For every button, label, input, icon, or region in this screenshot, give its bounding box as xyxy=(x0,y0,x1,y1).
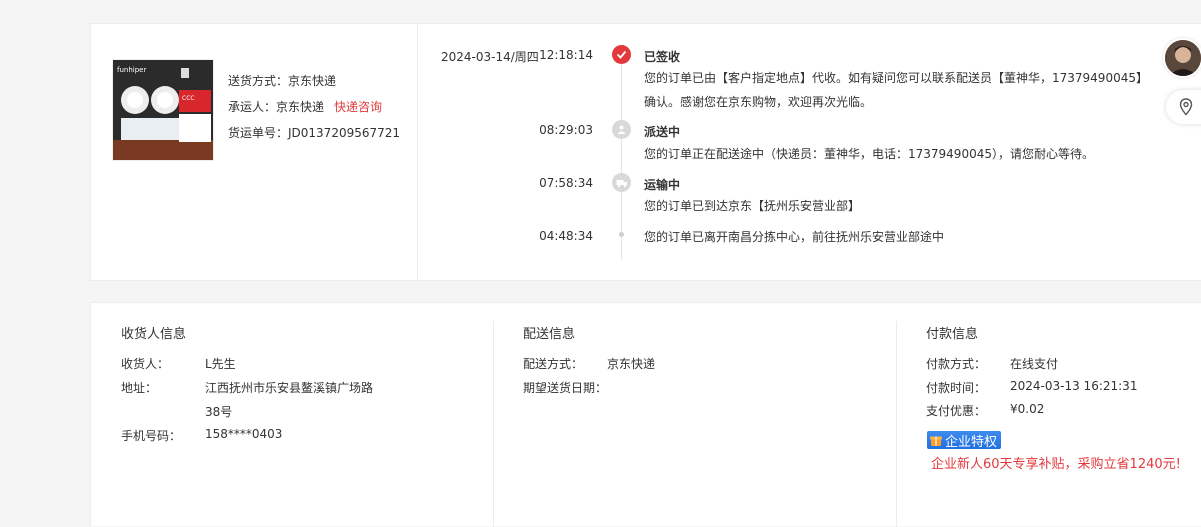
event-description: 您的订单正在配送途中（快递员：董神华，电话：17379490045），请您耐心等… xyxy=(644,147,1094,161)
payment-time: 2024-03-13 16:21:31 xyxy=(1010,379,1138,393)
location-button[interactable] xyxy=(1166,90,1201,124)
truck-icon xyxy=(612,173,631,192)
section-title: 付款信息 xyxy=(926,327,979,342)
section-title: 收货人信息 xyxy=(121,327,187,342)
consignee-name-label: 收货人： xyxy=(121,357,170,371)
dot-icon xyxy=(619,232,624,237)
event-status: 已签收 xyxy=(644,50,681,64)
phone-label: 手机号码： xyxy=(121,429,182,443)
event-description: 您的订单已到达京东【抚州乐安营业部】 xyxy=(644,199,861,213)
courier-icon xyxy=(612,120,631,139)
shipment-meta: 送货方式：京东快递 承运人：京东快递 快递咨询 货运单号：JD0137209567… xyxy=(228,68,400,146)
payment-discount-label: 支付优惠： xyxy=(926,404,987,418)
event-status: 运输中 xyxy=(644,178,681,192)
tracking-number: 货运单号：JD0137209567721 xyxy=(228,126,401,140)
divider xyxy=(896,321,897,527)
payment-method: 在线支付 xyxy=(1010,357,1059,371)
product-thumbnail[interactable]: funhiper CCC xyxy=(112,59,214,161)
phone-number: 158****0403 xyxy=(205,427,283,441)
carrier-row: 承运人：京东快递 快递咨询 xyxy=(228,94,400,120)
avatar-icon xyxy=(1165,40,1201,76)
event-time: 08:29:03 xyxy=(539,123,593,137)
event-description: 您的订单已离开南昌分拣中心，前往抚州乐安营业部途中 xyxy=(644,230,945,244)
event-time: 04:48:34 xyxy=(539,229,593,243)
avatar[interactable] xyxy=(1163,38,1201,78)
divider xyxy=(493,321,494,527)
payment-time-label: 付款时间： xyxy=(926,381,987,395)
gift-icon xyxy=(930,436,942,446)
enterprise-badge[interactable]: 企业特权 xyxy=(927,431,1002,450)
tracking-date: 2024-03-14/周四 xyxy=(441,50,539,64)
address-label: 地址： xyxy=(121,381,158,395)
section-title: 配送信息 xyxy=(523,327,576,342)
check-icon xyxy=(612,45,631,64)
delivery-method-label: 配送方式： xyxy=(523,357,584,371)
product-image-icon: funhiper CCC xyxy=(113,60,213,160)
location-pin-icon xyxy=(1179,98,1193,116)
svg-text:funhiper: funhiper xyxy=(117,66,146,74)
delivery-method: 京东快递 xyxy=(607,357,656,371)
ship-method: 送货方式：京东快递 xyxy=(228,74,337,88)
shipment-card: funhiper CCC 送货方式：京东快递 承运人：京东快递 快递咨询 货运单号… xyxy=(90,23,1201,281)
address-line1: 江西抚州市乐安县鳌溪镇广场路 xyxy=(205,381,374,395)
consignee-name: L先生 xyxy=(205,357,236,371)
divider xyxy=(417,24,418,280)
timeline-line xyxy=(621,64,622,260)
carrier-consult-link[interactable]: 快递咨询 xyxy=(334,100,382,114)
svg-text:CCC: CCC xyxy=(182,95,195,102)
payment-discount: ¥0.02 xyxy=(1010,402,1045,416)
promo-text[interactable]: 企业新人60天专享补贴，采购立省1240元! xyxy=(931,453,1181,472)
payment-method-label: 付款方式： xyxy=(926,357,987,371)
event-time: 07:58:34 xyxy=(539,176,593,190)
delivery-date-label: 期望送货日期： xyxy=(523,381,608,395)
carrier: 承运人：京东快递 xyxy=(228,100,325,114)
event-status: 派送中 xyxy=(644,125,681,139)
address-line2: 38号 xyxy=(205,405,233,419)
event-time: 12:18:14 xyxy=(539,48,593,62)
event-description: 您的订单已由【客户指定地点】代收。如有疑问您可以联系配送员【董神华，173794… xyxy=(644,71,1148,109)
order-info-card: 收货人信息 收货人： L先生 地址： 江西抚州市乐安县鳌溪镇广场路 38号 手机… xyxy=(90,302,1201,527)
badge-label: 企业特权 xyxy=(945,434,998,450)
